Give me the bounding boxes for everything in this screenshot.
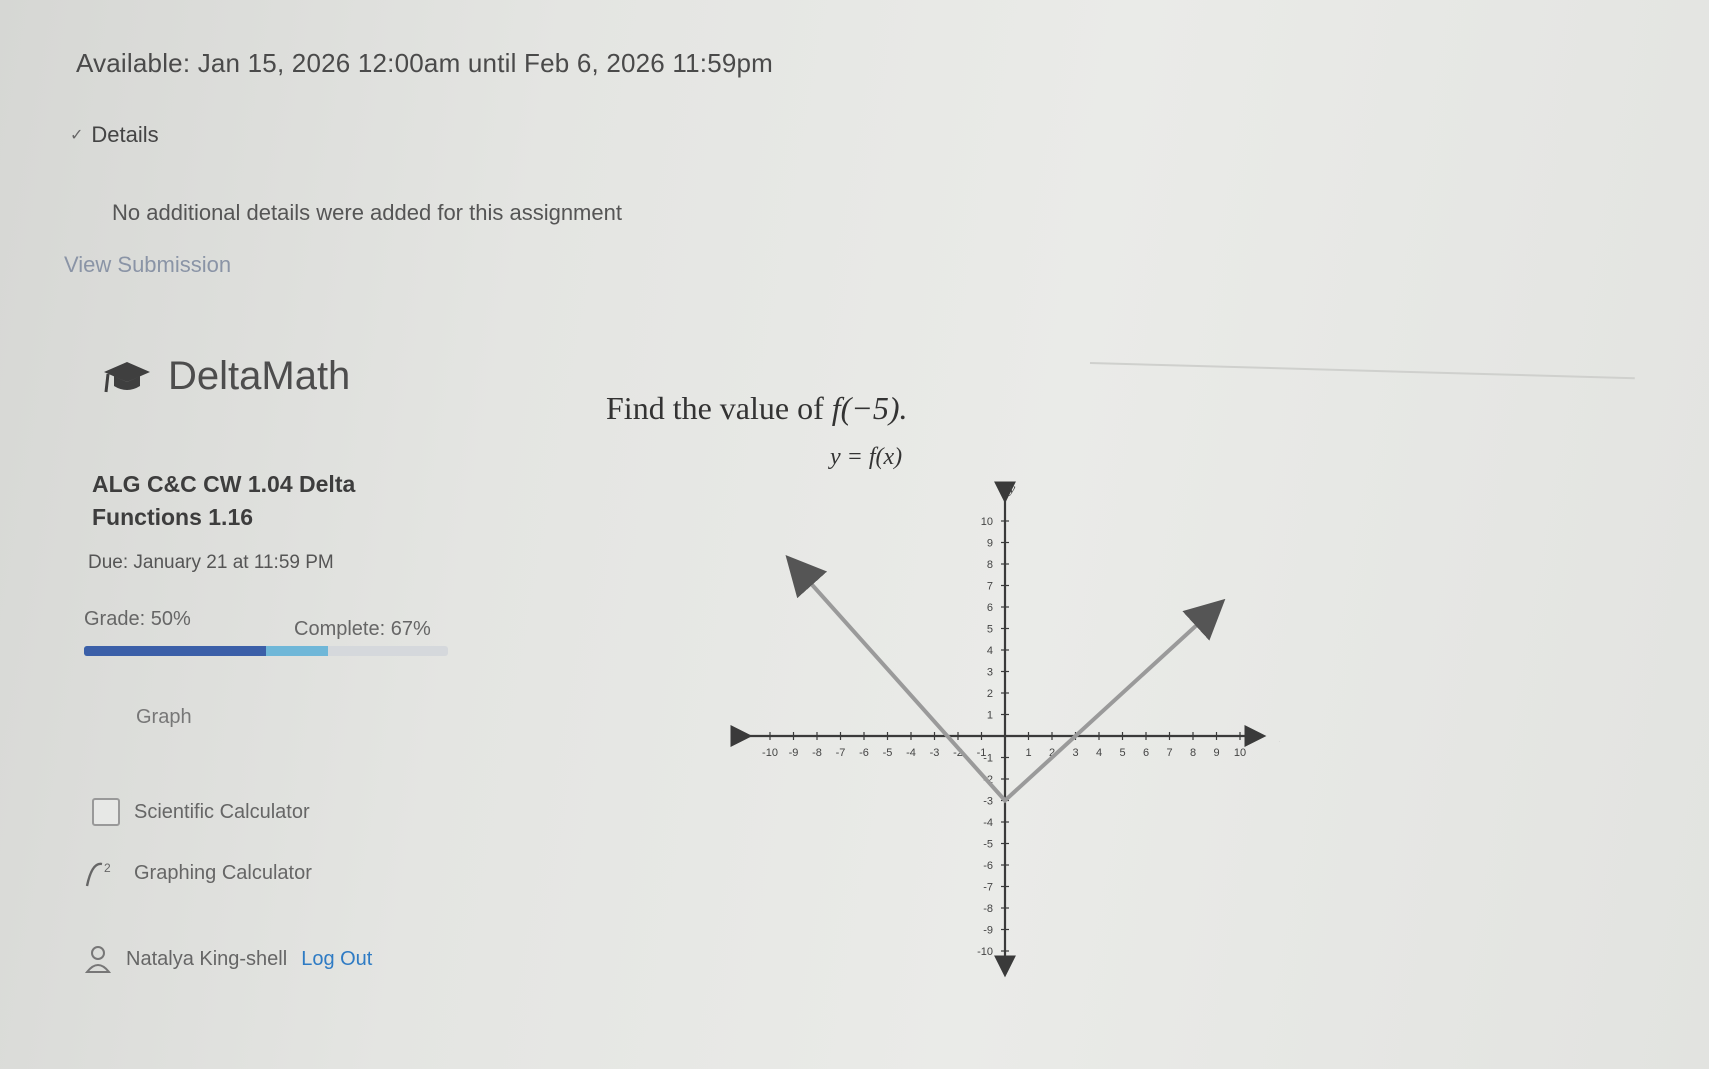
y-tick-label: 8 [987, 559, 993, 571]
x-axis-label: x [1279, 731, 1280, 746]
logout-link[interactable]: Log Out [301, 948, 372, 971]
assignment-title: ALG C&C CW 1.04 Delta Functions 1.16 [92, 471, 356, 530]
x-tick-label: 7 [1166, 747, 1172, 759]
y-tick-label: -4 [983, 817, 993, 829]
user-row: Natalya King-shell Log Out [84, 944, 372, 974]
y-tick-label: 2 [987, 688, 993, 700]
problem-prompt: Find the value of f(−5). [606, 390, 908, 427]
progress-bar [84, 646, 448, 656]
details-toggle[interactable]: ✓ Details [70, 122, 159, 148]
x-tick-label: -10 [762, 747, 778, 759]
due-date: Due: January 21 at 11:59 PM [88, 552, 334, 573]
view-submission-link[interactable]: View Submission [64, 252, 231, 278]
scientific-calculator-button[interactable]: Scientific Calculator [92, 798, 310, 826]
y-tick-label: -5 [983, 839, 993, 851]
y-tick-label: -1 [983, 753, 993, 765]
calculator-icon [92, 798, 120, 826]
availability-text: Available: Jan 15, 2026 12:00am until Fe… [76, 48, 774, 78]
x-tick-label: -4 [906, 747, 916, 759]
function-graph: -10 -9 -8 -7 -6 -5 -4 -3 -2 -1 1 2 3 4 5 6 7 8 9 10-10-9-8-… [730, 444, 1280, 978]
y-tick-label: -8 [983, 903, 993, 915]
y-axis-label: y [1007, 482, 1016, 497]
y-tick-label: 7 [987, 581, 993, 593]
problem-expression: f(−5). [831, 390, 908, 426]
x-tick-label: 1 [1025, 747, 1031, 759]
svg-text:2: 2 [104, 861, 111, 875]
x-tick-label: 9 [1213, 747, 1219, 759]
x-tick-label: -9 [789, 747, 799, 759]
x-tick-label: -3 [930, 747, 940, 759]
grade-fill [84, 646, 266, 656]
x-tick-label: -7 [836, 747, 846, 759]
y-tick-label: 4 [987, 645, 993, 657]
x-tick-label: -6 [859, 747, 869, 759]
divider-line [1089, 362, 1635, 380]
y-tick-label: -6 [983, 860, 993, 872]
y-tick-label: -9 [983, 925, 993, 937]
x-tick-label: 6 [1143, 747, 1149, 759]
x-tick-label: 3 [1072, 747, 1078, 759]
y-tick-label: 3 [987, 667, 993, 679]
x-tick-label: 10 [1234, 747, 1246, 759]
graph-link[interactable]: Graph [136, 706, 192, 729]
user-icon [84, 946, 112, 973]
scientific-calculator-label: Scientific Calculator [134, 800, 310, 823]
canvas-assignment-header [0, 0, 1709, 300]
x-tick-label: 4 [1096, 747, 1102, 759]
deltamath-brand[interactable]: DeltaMath [100, 354, 350, 399]
y-tick-label: -10 [977, 946, 993, 958]
graphing-calculator-button[interactable]: 2 Graphing Calculator [84, 858, 312, 888]
function-graph-icon: 2 [85, 861, 111, 887]
graphing-calculator-label: Graphing Calculator [134, 861, 312, 884]
y-tick-label: -3 [983, 796, 993, 808]
y-tick-label: 5 [987, 624, 993, 636]
y-tick-label: 1 [987, 710, 993, 722]
graduation-cap-icon [104, 361, 150, 392]
details-label: Details [91, 122, 159, 147]
x-tick-label: 8 [1190, 747, 1196, 759]
details-text: No additional details were added for thi… [112, 200, 622, 225]
x-tick-label: -8 [812, 747, 822, 759]
brand-name: DeltaMath [168, 354, 351, 398]
y-tick-label: 9 [987, 538, 993, 550]
complete-label: Complete: 67% [294, 618, 431, 640]
y-tick-label: -7 [983, 882, 993, 894]
x-tick-label: 5 [1119, 747, 1125, 759]
user-name: Natalya King-shell [126, 947, 288, 970]
graph-title: y = f(x) [828, 444, 902, 470]
problem-text: Find the value of [606, 390, 824, 426]
x-tick-label: -5 [883, 747, 893, 759]
chevron-down-icon: ✓ [70, 127, 84, 144]
y-tick-label: 10 [981, 516, 993, 528]
grade-label: Grade: 50% [84, 608, 191, 630]
y-tick-label: 6 [987, 602, 993, 614]
